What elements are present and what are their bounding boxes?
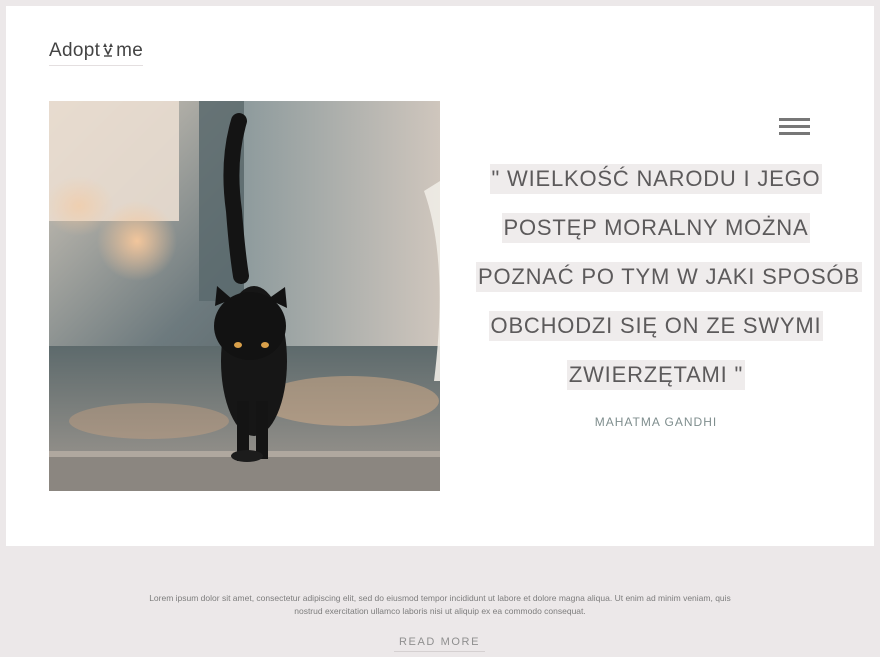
logo-text-suffix: me (116, 40, 144, 61)
quote-line: POZNAĆ PO TYM W JAKI SPOSÓB (476, 262, 862, 292)
quote-line: POSTĘP MORALNY MOŻNA (501, 213, 811, 243)
quote: " WIELKOŚĆ NARODU I JEGO POSTĘP MORALNY … (476, 164, 862, 409)
quote-line: OBCHODZI SIĘ ON ZE SWYMI (488, 311, 824, 341)
page: Adopt me " WIELKOŚĆ NARODU I JEGO POSTĘP… (0, 0, 880, 657)
logo[interactable]: Adopt me (49, 40, 144, 66)
content-card: Adopt me " WIELKOŚĆ NARODU I JEGO POSTĘP… (6, 6, 874, 546)
read-more-link[interactable]: READ MORE (394, 636, 485, 652)
hero-cat-photo (49, 101, 440, 491)
menu-button[interactable] (779, 118, 811, 136)
logo-text-prefix: Adopt (49, 40, 101, 61)
footer-description: Lorem ipsum dolor sit amet, consectetur … (149, 593, 731, 616)
quote-author: MAHATMA GANDHI (594, 415, 718, 429)
quote-line: " WIELKOŚĆ NARODU I JEGO (489, 164, 823, 194)
quote-line: ZWIERZĘTAMI " (566, 360, 746, 390)
cat-ears-icon (101, 42, 115, 58)
hamburger-menu-icon (779, 118, 810, 121)
